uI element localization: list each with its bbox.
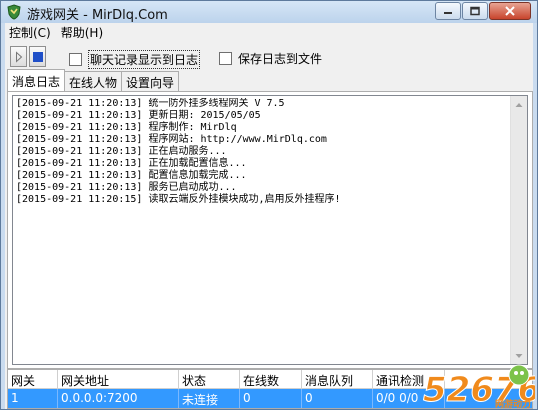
close-icon: [505, 6, 515, 16]
column-header-queue[interactable]: 消息队列: [302, 370, 373, 389]
cell-queue: 0: [302, 389, 373, 408]
log-line: [2015-09-21 11:20:13] 统一防外挂多线程网关 V 7.5: [16, 98, 285, 109]
log-line: [2015-09-21 11:20:13] 更新日期: 2015/05/05: [16, 110, 261, 121]
stop-icon: [32, 51, 43, 62]
client-area: 控制(C) 帮助(H) 聊天记录显示到日志 保存日志到文件 消息日志 在线人物 …: [5, 23, 533, 409]
tab-message-log[interactable]: 消息日志: [7, 69, 66, 91]
minimize-button[interactable]: [435, 2, 461, 20]
scroll-down-icon: [515, 353, 523, 358]
column-header-online[interactable]: 在线数: [240, 370, 302, 389]
stop-button[interactable]: [29, 46, 46, 67]
cell-address: 0.0.0.0:7200: [58, 389, 179, 408]
svg-text:网游动力: 网游动力: [495, 398, 531, 409]
log-line: [2015-09-21 11:20:13] 服务已启动成功...: [16, 182, 237, 193]
log-line: [2015-09-21 11:20:13] 正在启动服务...: [16, 146, 227, 157]
tab-online-players[interactable]: 在线人物: [64, 71, 123, 91]
watermark-logo: 52676 网游动力: [423, 364, 535, 409]
cell-gateway: 1: [8, 389, 58, 408]
tab-panel: [2015-09-21 11:20:13] 统一防外挂多线程网关 V 7.5 […: [7, 91, 533, 369]
cell-online: 0: [240, 389, 302, 408]
maximize-icon: [470, 6, 480, 16]
vertical-scrollbar[interactable]: [510, 96, 527, 364]
chat-log-checkbox[interactable]: 聊天记录显示到日志: [69, 50, 201, 69]
menu-control[interactable]: 控制(C): [5, 24, 57, 41]
checkbox-box[interactable]: [69, 53, 82, 66]
start-button[interactable]: [10, 46, 27, 67]
checkbox-box[interactable]: [219, 52, 232, 65]
log-line: [2015-09-21 11:20:15] 读取云端反外挂模块成功,启用反外挂程…: [16, 194, 341, 205]
menu-help[interactable]: 帮助(H): [57, 24, 109, 41]
tab-setup-wizard[interactable]: 设置向导: [121, 71, 180, 91]
log-line: [2015-09-21 11:20:13] 程序制作: MirDlq: [16, 122, 237, 133]
save-log-checkbox[interactable]: 保存日志到文件: [219, 50, 322, 67]
save-log-label: 保存日志到文件: [238, 52, 323, 66]
column-header-address[interactable]: 网关地址: [58, 370, 179, 389]
minimize-icon: [444, 12, 452, 14]
shield-app-icon: [7, 4, 21, 20]
scroll-up-button[interactable]: [511, 96, 527, 113]
log-content: [2015-09-21 11:20:13] 统一防外挂多线程网关 V 7.5 […: [16, 98, 510, 362]
log-line: [2015-09-21 11:20:13] 程序网站: http://www.M…: [16, 134, 327, 145]
toolbar: 聊天记录显示到日志 保存日志到文件: [5, 45, 533, 69]
scroll-up-icon: [515, 102, 523, 107]
title-bar[interactable]: 游戏网关 - MirDlq.Com: [1, 1, 537, 23]
tab-strip: 消息日志 在线人物 设置向导: [7, 69, 180, 91]
log-line: [2015-09-21 11:20:13] 正在加载配置信息...: [16, 158, 247, 169]
column-header-status[interactable]: 状态: [179, 370, 240, 389]
close-button[interactable]: [489, 2, 531, 20]
log-line: [2015-09-21 11:20:13] 配置信息加载完成...: [16, 170, 247, 181]
window-title: 游戏网关 - MirDlq.Com: [27, 8, 168, 23]
maximize-button[interactable]: [462, 2, 488, 20]
menu-bar: 控制(C) 帮助(H): [5, 23, 533, 42]
app-window: 游戏网关 - MirDlq.Com 控制(C) 帮助(H) 聊天记录显示到日志 …: [0, 0, 538, 410]
play-icon: [15, 51, 22, 62]
log-textbox[interactable]: [2015-09-21 11:20:13] 统一防外挂多线程网关 V 7.5 […: [12, 95, 528, 365]
column-header-gateway[interactable]: 网关: [8, 370, 58, 389]
cell-status: 未连接: [179, 389, 240, 408]
chat-log-label: 聊天记录显示到日志: [88, 50, 201, 69]
